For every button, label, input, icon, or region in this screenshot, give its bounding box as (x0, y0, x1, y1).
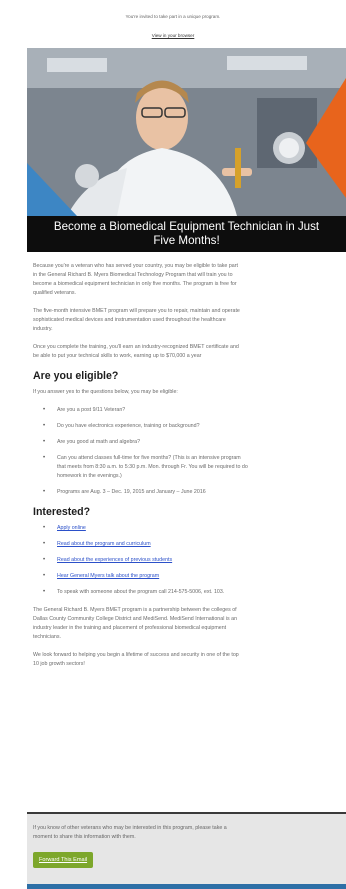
intro-paragraph-1: Because you're a veteran who has served … (33, 263, 238, 296)
email-body: Because you're a veteran who has served … (33, 262, 346, 678)
eligible-heading: Are you eligible? (33, 370, 119, 382)
closing-paragraph-1: The General Richard B. Myers BMET progra… (33, 607, 238, 640)
list-item: Are you a post 9/11 Veteran? (43, 406, 346, 415)
interested-heading: Interested? (33, 506, 91, 518)
footer-bar (27, 884, 346, 889)
list-item: Do you have electronics experience, trai… (43, 422, 346, 431)
list-item: Can you attend classes full-time for fiv… (43, 454, 346, 481)
hero-image (27, 48, 346, 216)
headline-line-2: Five Months! (153, 234, 220, 247)
forward-email-button[interactable]: Forward This Email (33, 852, 94, 868)
list-item: Programs are Aug. 3 – Dec. 19, 2015 and … (43, 488, 346, 497)
list-item: To speak with someone about the program … (43, 588, 346, 597)
footer-text: If you know of other veterans who may be… (33, 825, 227, 840)
program-curriculum-link[interactable]: Read about the program and curriculum (57, 541, 151, 547)
view-in-browser-link[interactable]: View in your browser (152, 33, 195, 38)
closing-paragraph-2: We look forward to helping you begin a l… (33, 652, 239, 667)
links-list: Apply online Read about the program and … (43, 524, 346, 597)
headline-banner: Become a Biomedical Equipment Technician… (27, 216, 346, 252)
list-item: Hear General Myers talk about the progra… (43, 572, 346, 581)
list-item: Read about the experiences of previous s… (43, 556, 346, 565)
headline-line-1: Become a Biomedical Equipment Technician… (53, 220, 320, 233)
list-item: Read about the program and curriculum (43, 540, 346, 549)
view-in-browser-link-wrap: View in your browser (0, 33, 346, 38)
intro-paragraph-2: The five-month intensive BMET program wi… (33, 308, 240, 332)
share-footer: If you know of other veterans who may be… (27, 812, 346, 884)
eligibility-list: Are you a post 9/11 Veteran? Do you have… (43, 406, 346, 497)
lab-technician-photo (27, 48, 346, 216)
apply-online-link[interactable]: Apply online (57, 525, 86, 531)
general-myers-talk-link[interactable]: Hear General Myers talk about the progra… (57, 573, 159, 579)
preheader-text: You're invited to take part in a unique … (125, 14, 221, 19)
eligible-intro: If you answer yes to the questions below… (33, 389, 178, 395)
list-item: Are you good at math and algebra? (43, 438, 346, 447)
list-item: Apply online (43, 524, 346, 533)
student-experiences-link[interactable]: Read about the experiences of previous s… (57, 557, 172, 563)
intro-paragraph-3: Once you complete the training, you'll e… (33, 344, 239, 359)
